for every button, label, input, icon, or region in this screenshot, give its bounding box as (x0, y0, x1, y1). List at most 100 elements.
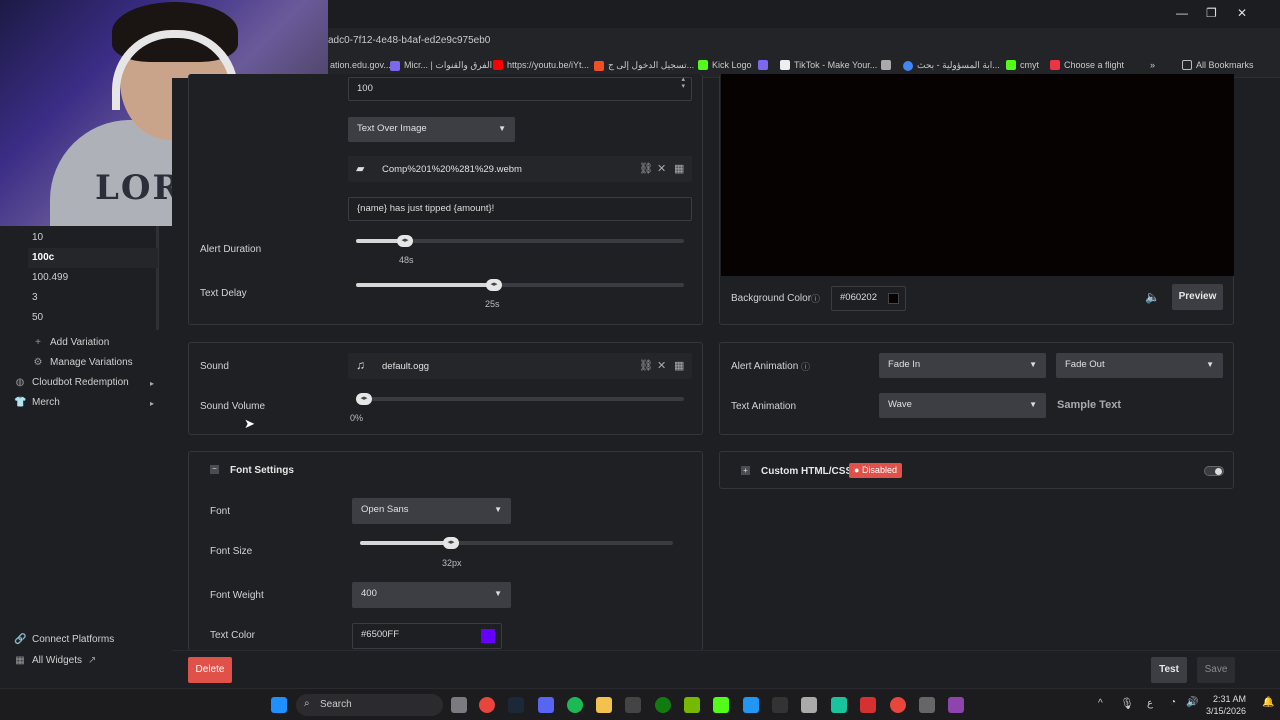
custom-html-toggle[interactable] (1204, 466, 1224, 476)
discord-icon[interactable] (538, 697, 554, 713)
animation-panel: Alert Animation ⓘ Fade In ▼ Fade Out ▼ Tex… (719, 342, 1234, 435)
variation-item[interactable]: 3 (28, 288, 158, 308)
sidebar: 10 100c 100.499 3 50 + Add Variation ⚙ Man… (0, 226, 172, 666)
variation-item[interactable]: 10 (28, 228, 158, 248)
bookmark[interactable]: cmyt (1006, 60, 1039, 70)
text-color-input[interactable]: #6500FF (352, 623, 502, 649)
link-icon[interactable]: ⛓ (639, 359, 653, 372)
bookmark[interactable]: Choose a flight (1050, 60, 1124, 70)
alert-out-select[interactable]: Fade Out ▼ (1056, 353, 1223, 378)
variation-item[interactable]: 100.499 (28, 268, 158, 288)
chevron-right-icon: ▸ (150, 379, 155, 388)
sidebar-item-cloudbot-redemption[interactable]: ◍ Cloudbot Redemption (14, 377, 129, 388)
expand-icon[interactable]: + (741, 466, 750, 475)
settings-icon[interactable] (919, 697, 935, 713)
media-file-row: ▰ Comp%201%20%281%29.webm ⛓ ✕ ▦ (348, 156, 692, 182)
preview-button[interactable]: Preview (1172, 284, 1223, 310)
color-swatch[interactable] (888, 293, 899, 304)
font-select[interactable]: Open Sans ▼ (352, 498, 511, 524)
tray-chevron-icon[interactable]: ^ (1098, 698, 1103, 709)
bookmarks-overflow-icon[interactable]: » (1150, 60, 1155, 70)
font-weight-select[interactable]: 400 ▼ (352, 582, 511, 608)
bookmark[interactable] (758, 60, 768, 70)
notification-icon[interactable]: 🔔 (1262, 697, 1274, 708)
volume-icon[interactable]: 🔈 (1145, 290, 1160, 304)
app-icon[interactable] (772, 697, 788, 713)
close-icon[interactable]: ✕ (1237, 6, 1247, 20)
bookmark[interactable]: Micr... | الفرق والقنوات (390, 60, 492, 71)
clock-date[interactable]: 3/15/2026 (1200, 706, 1246, 716)
grid-picker-icon[interactable]: ▦ (674, 162, 684, 175)
slider-handle[interactable]: ◂▸ (356, 393, 372, 405)
file-explorer-icon[interactable] (596, 697, 612, 713)
background-color-label: Background Color (731, 293, 812, 304)
url-text[interactable]: adc0-7f12-4e48-b4af-ed2e9c975eb0 (328, 35, 490, 46)
background-color-input[interactable]: #060202 (831, 286, 906, 311)
slider-handle[interactable]: ◂▸ (443, 537, 459, 549)
kick-app-icon[interactable] (713, 697, 729, 713)
save-button[interactable]: Save (1197, 657, 1235, 683)
info-icon[interactable]: ⓘ (801, 360, 810, 373)
language-indicator[interactable]: ع (1147, 698, 1153, 709)
xbox-icon[interactable] (655, 697, 671, 713)
microphone-icon[interactable]: 🎙 (1120, 697, 1134, 710)
clock-time[interactable]: 2:31 AM (1210, 694, 1246, 704)
text-animation-select[interactable]: Wave ▼ (879, 393, 1046, 418)
message-template-input[interactable]: {name} has just tipped {amount}! (348, 197, 692, 221)
bookmark[interactable]: Kick Logo (698, 60, 752, 70)
bookmark[interactable]: تسجيل الدخول إلى ج... (594, 60, 694, 71)
bookmark[interactable]: ابة المسؤولية - بحث... (903, 60, 1000, 71)
wifi-icon[interactable]: ◔ (1170, 697, 1176, 708)
remove-icon[interactable]: ✕ (657, 359, 666, 372)
chrome-icon[interactable] (479, 697, 495, 713)
nvidia-icon[interactable] (684, 697, 700, 713)
app-icon[interactable] (831, 697, 847, 713)
color-swatch[interactable] (481, 629, 495, 643)
amount-input[interactable]: 100 ▴ ▾ (348, 76, 692, 101)
link-icon[interactable]: ⛓ (639, 162, 653, 175)
bookmark[interactable]: TikTok - Make Your... (780, 60, 877, 70)
add-variation-button[interactable]: + Add Variation (32, 337, 109, 348)
collapse-icon[interactable]: − (210, 465, 219, 474)
minimize-icon[interactable]: — (1176, 6, 1188, 20)
spotify-icon[interactable] (567, 697, 583, 713)
grid-picker-icon[interactable]: ▦ (674, 359, 684, 372)
alert-duration-slider[interactable]: ◂▸ (356, 235, 684, 247)
windows-start-icon[interactable] (271, 697, 287, 713)
taskbar-search[interactable]: ⌕ Search (296, 694, 443, 716)
bookmark[interactable] (881, 60, 891, 70)
test-button[interactable]: Test (1151, 657, 1187, 683)
volume-icon[interactable]: 🔊 (1186, 697, 1198, 708)
sidebar-item-merch[interactable]: 👕 Merch (14, 397, 60, 408)
layout-select[interactable]: Text Over Image ▼ (348, 117, 515, 142)
all-widgets-link[interactable]: ▦ All Widgets ↗ (14, 655, 96, 666)
restore-icon[interactable]: ❐ (1206, 6, 1217, 20)
info-icon[interactable]: ⓘ (811, 292, 820, 305)
store-icon[interactable] (625, 697, 641, 713)
delete-button[interactable]: Delete (188, 657, 232, 683)
manage-variations-button[interactable]: ⚙ Manage Variations (32, 357, 133, 368)
steam-icon[interactable] (508, 697, 524, 713)
variation-item-active[interactable]: 100c (28, 248, 158, 268)
app-icon[interactable] (801, 697, 817, 713)
all-bookmarks[interactable]: All Bookmarks (1182, 60, 1254, 70)
camera-app-icon[interactable] (451, 697, 467, 713)
app-icon[interactable] (743, 697, 759, 713)
bookmark[interactable]: ation.edu.gov... (330, 60, 391, 70)
sound-volume-slider[interactable]: ◂▸ (356, 393, 684, 405)
app-icon[interactable] (860, 697, 876, 713)
stepper-icon[interactable]: ▴ ▾ (681, 76, 685, 90)
text-delay-slider[interactable]: ◂▸ (356, 279, 684, 291)
slider-handle[interactable]: ◂▸ (486, 279, 502, 291)
bookmark[interactable]: https://youtu.be/iYt... (493, 60, 589, 70)
font-size-slider[interactable]: ◂▸ (360, 537, 673, 549)
variation-item[interactable]: 50 (28, 308, 158, 328)
alert-in-select[interactable]: Fade In ▼ (879, 353, 1046, 378)
app-icon[interactable] (948, 697, 964, 713)
connect-platforms-link[interactable]: 🔗 Connect Platforms (14, 634, 114, 645)
remove-icon[interactable]: ✕ (657, 162, 666, 175)
sound-label: Sound (200, 361, 229, 372)
action-bar: Delete Test Save (172, 650, 1280, 688)
slider-handle[interactable]: ◂▸ (397, 235, 413, 247)
chrome-active-icon[interactable] (890, 697, 906, 713)
